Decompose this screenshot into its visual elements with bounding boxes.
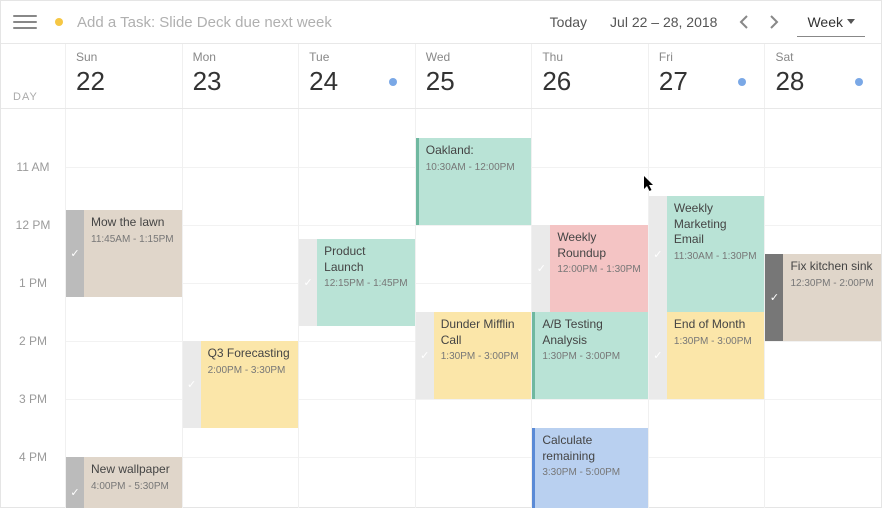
event-product-launch[interactable]: ✓ Product Launch 12:15PM - 1:45PM [299,239,415,326]
hour-label: 1 PM [1,276,65,290]
day-col-mon[interactable]: ✓ Q3 Forecasting 2:00PM - 3:30PM [182,109,299,508]
event-weekly-marketing[interactable]: ✓ Weekly Marketing Email 11:30AM - 1:30PM [649,196,765,312]
day-header-sat[interactable]: Sat 28 [764,44,881,108]
day-abbr: Fri [659,50,755,64]
time-column: DAY 11 AM 12 PM 1 PM 2 PM 3 PM 4 PM [1,109,65,508]
event-time: 4:00PM - 5:30PM [91,480,175,493]
event-title: Fix kitchen sink [790,259,874,275]
hour-label: 4 PM [1,450,65,464]
event-mow-lawn[interactable]: ✓ Mow the lawn 11:45AM - 1:15PM [66,210,182,297]
event-ab-testing[interactable]: A/B Testing Analysis 1:30PM - 3:00PM [532,312,648,399]
event-dunder-mifflin[interactable]: ✓ Dunder Mifflin Call 1:30PM - 3:00PM [416,312,532,399]
event-title: Q3 Forecasting [208,346,292,362]
day-col-wed[interactable]: Oakland: 10:30AM - 12:00PM ✓ Dunder Miffl… [415,109,532,508]
toolbar: Add a Task: Slide Deck due next week Tod… [1,1,881,44]
event-time: 11:30AM - 1:30PM [674,250,758,263]
chevron-right-icon [769,15,779,29]
check-icon: ✓ [649,312,667,399]
event-time: 11:45AM - 1:15PM [91,233,175,246]
day-abbr: Thu [542,50,638,64]
indicator-dot-icon [855,78,863,86]
add-task-input[interactable]: Add a Task: Slide Deck due next week [73,10,539,35]
prev-week-button[interactable] [729,7,759,37]
event-title: Oakland: [426,143,525,159]
hour-label: 3 PM [1,392,65,406]
event-new-wallpaper[interactable]: ✓ New wallpaper 4:00PM - 5:30PM [66,457,182,508]
event-time: 1:30PM - 3:00PM [674,335,758,348]
next-week-button[interactable] [759,7,789,37]
event-oakland[interactable]: Oakland: 10:30AM - 12:00PM [416,138,532,225]
event-fix-sink[interactable]: ✓ Fix kitchen sink 12:30PM - 2:00PM [765,254,881,341]
hour-label: 12 PM [1,218,65,232]
event-time: 3:30PM - 5:00PM [542,466,641,479]
event-end-of-month[interactable]: ✓ End of Month 1:30PM - 3:00PM [649,312,765,399]
hour-label: 11 AM [1,160,65,174]
check-icon: ✓ [66,457,84,508]
day-col-thu[interactable]: ✓ Weekly Roundup 12:00PM - 1:30PM A/B Tes… [531,109,648,508]
day-num: 23 [193,66,289,97]
event-title: Mow the lawn [91,215,175,231]
day-headers: Sun 22 Mon 23 Tue 24 Wed 25 Thu 26 Fri 2… [1,44,881,109]
event-time: 12:30PM - 2:00PM [790,277,874,290]
event-title: A/B Testing Analysis [542,317,641,348]
day-abbr: Mon [193,50,289,64]
day-header-fri[interactable]: Fri 27 [648,44,765,108]
day-header-sun[interactable]: Sun 22 [65,44,182,108]
chevron-down-icon [847,19,855,25]
chevron-left-icon [739,15,749,29]
day-col-sun[interactable]: ✓ Mow the lawn 11:45AM - 1:15PM ✓ New wal… [65,109,182,508]
day-num: 22 [76,66,172,97]
event-title: New wallpaper [91,462,175,478]
check-icon: ✓ [765,254,783,341]
check-icon: ✓ [532,225,550,312]
day-num: 25 [426,66,522,97]
hour-label: 2 PM [1,334,65,348]
event-q3-forecasting[interactable]: ✓ Q3 Forecasting 2:00PM - 3:30PM [183,341,299,428]
day-col-sat[interactable]: ✓ Fix kitchen sink 12:30PM - 2:00PM [764,109,881,508]
event-title: Weekly Marketing Email [674,201,758,248]
day-num: 26 [542,66,638,97]
event-title: Weekly Roundup [557,230,641,261]
day-columns: ✓ Mow the lawn 11:45AM - 1:15PM ✓ New wal… [65,109,881,508]
event-title: Calculate remaining [542,433,641,464]
event-title: Product Launch [324,244,408,275]
day-header-wed[interactable]: Wed 25 [415,44,532,108]
check-icon: ✓ [299,239,317,326]
calendar-grid: DAY 11 AM 12 PM 1 PM 2 PM 3 PM 4 PM ✓ Mo… [1,109,881,508]
day-abbr: Tue [309,50,405,64]
day-header-tue[interactable]: Tue 24 [298,44,415,108]
check-icon: ✓ [183,341,201,428]
check-icon: ✓ [649,196,667,312]
menu-icon[interactable] [9,6,41,38]
event-time: 10:30AM - 12:00PM [426,161,525,174]
check-icon: ✓ [416,312,434,399]
view-select-label: Week [807,14,843,30]
event-weekly-roundup[interactable]: ✓ Weekly Roundup 12:00PM - 1:30PM [532,225,648,312]
event-title: End of Month [674,317,758,333]
event-time: 1:30PM - 3:00PM [441,350,525,363]
day-abbr: Sun [76,50,172,64]
day-header-mon[interactable]: Mon 23 [182,44,299,108]
event-calculate-remaining[interactable]: Calculate remaining 3:30PM - 5:00PM [532,428,648,508]
indicator-dot-icon [389,78,397,86]
view-select[interactable]: Week [797,8,865,37]
day-header-thu[interactable]: Thu 26 [531,44,648,108]
day-col-tue[interactable]: ✓ Product Launch 12:15PM - 1:45PM [298,109,415,508]
check-icon: ✓ [66,210,84,297]
event-time: 12:00PM - 1:30PM [557,263,641,276]
event-title: Dunder Mifflin Call [441,317,525,348]
day-label: DAY [13,91,38,103]
day-col-fri[interactable]: ✓ Weekly Marketing Email 11:30AM - 1:30PM… [648,109,765,508]
event-time: 1:30PM - 3:00PM [542,350,641,363]
task-dot-icon [55,18,63,26]
calendar-app: Add a Task: Slide Deck due next week Tod… [0,0,882,508]
event-time: 12:15PM - 1:45PM [324,277,408,290]
today-button[interactable]: Today [539,7,598,37]
day-abbr: Sat [775,50,871,64]
date-range-label: Jul 22 – 28, 2018 [598,8,729,36]
event-time: 2:00PM - 3:30PM [208,364,292,377]
day-abbr: Wed [426,50,522,64]
